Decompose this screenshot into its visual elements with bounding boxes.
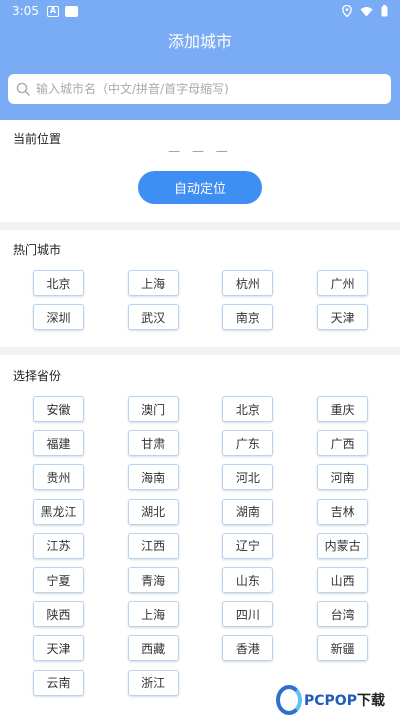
pcpop-logo-icon [276, 685, 302, 715]
provinces-label: 选择省份 [13, 369, 62, 383]
province-chip[interactable]: 广西 [317, 430, 369, 457]
province-chip[interactable]: 江西 [127, 532, 179, 559]
province-chip[interactable]: 黑龙江 [33, 498, 84, 525]
province-chip[interactable]: 海南 [127, 464, 179, 491]
province-chip[interactable]: 台湾 [317, 601, 369, 628]
province-chip[interactable]: 北京 [222, 396, 274, 422]
hot-city-chip[interactable]: 天津 [317, 304, 369, 331]
province-chip[interactable]: 四川 [222, 601, 274, 628]
divider [0, 347, 400, 355]
divider [0, 222, 400, 230]
province-chip[interactable]: 香港 [222, 635, 274, 662]
province-chip[interactable]: 重庆 [317, 396, 369, 422]
location-icon [342, 5, 352, 17]
status-bar: 3:05 A [0, 0, 400, 22]
watermark: PCPOP下载 [276, 684, 385, 716]
province-chip[interactable]: 吉林 [317, 498, 369, 525]
province-chip[interactable]: 山东 [222, 567, 274, 593]
auto-locate-button[interactable]: 自动定位 [138, 171, 262, 204]
province-chip[interactable]: 安徽 [33, 396, 84, 422]
province-chip[interactable]: 澳门 [127, 396, 179, 422]
notification-a-icon: A [46, 5, 59, 17]
header: 3:05 A 添加城市 [0, 0, 400, 120]
province-chip[interactable]: 山西 [317, 567, 369, 593]
hot-city-chip[interactable]: 广州 [317, 270, 369, 296]
province-chip[interactable]: 西藏 [127, 635, 179, 662]
hot-cities-label: 热门城市 [13, 243, 62, 257]
watermark-suffix: 下载 [356, 693, 385, 709]
status-time: 3:05 [12, 4, 39, 18]
province-chip[interactable]: 湖南 [222, 498, 274, 525]
battery-icon [381, 5, 388, 17]
watermark-brand: PCPOP [304, 693, 357, 709]
province-chip[interactable]: 甘肃 [127, 430, 179, 457]
page-title: 添加城市 [167, 32, 232, 51]
hot-city-chip[interactable]: 深圳 [33, 304, 84, 331]
search-box[interactable] [8, 74, 391, 104]
search-icon [16, 82, 30, 96]
hot-city-chip[interactable]: 杭州 [222, 270, 274, 296]
province-chip[interactable]: 上海 [127, 601, 179, 628]
province-chip[interactable]: 河南 [317, 464, 369, 491]
province-chip[interactable]: 河北 [222, 464, 274, 491]
status-icons [342, 5, 388, 17]
search-input[interactable] [36, 75, 391, 103]
province-chip[interactable]: 青海 [127, 567, 179, 593]
hot-cities-grid: 北京 上海 杭州 广州深圳 武汉 南京 天津 [33, 270, 369, 338]
hot-city-chip[interactable]: 北京 [33, 270, 84, 296]
province-chip[interactable]: 新疆 [317, 635, 369, 662]
province-chip[interactable]: 贵州 [33, 464, 84, 491]
province-chip[interactable]: 辽宁 [222, 532, 274, 559]
hot-city-chip[interactable]: 武汉 [127, 304, 179, 331]
province-chip[interactable]: 内蒙古 [317, 532, 369, 559]
hot-city-chip[interactable]: 南京 [222, 304, 274, 331]
province-chip[interactable]: 江苏 [33, 532, 84, 559]
province-chip[interactable]: 浙江 [127, 669, 179, 696]
province-chip[interactable]: 福建 [33, 430, 84, 457]
current-location-value: — — — [168, 144, 232, 158]
notification-app-icon [64, 5, 78, 17]
watermark-text: PCPOP下载 [304, 690, 385, 710]
hot-city-chip[interactable]: 上海 [127, 270, 179, 296]
province-chip[interactable]: 宁夏 [33, 567, 84, 593]
province-chip[interactable]: 陕西 [33, 601, 84, 628]
wifi-icon [360, 6, 373, 16]
province-chip[interactable]: 云南 [33, 669, 84, 696]
province-chip[interactable]: 湖北 [127, 498, 179, 525]
province-chip[interactable]: 广东 [222, 430, 274, 457]
provinces-grid: 安徽 澳门 北京 重庆福建 甘肃 广东 广西贵州 海南 河北 河南黑龙江 湖北 湖南 吉林江苏 江西 辽宁 内… [33, 396, 369, 704]
province-chip[interactable]: 天津 [33, 635, 84, 662]
